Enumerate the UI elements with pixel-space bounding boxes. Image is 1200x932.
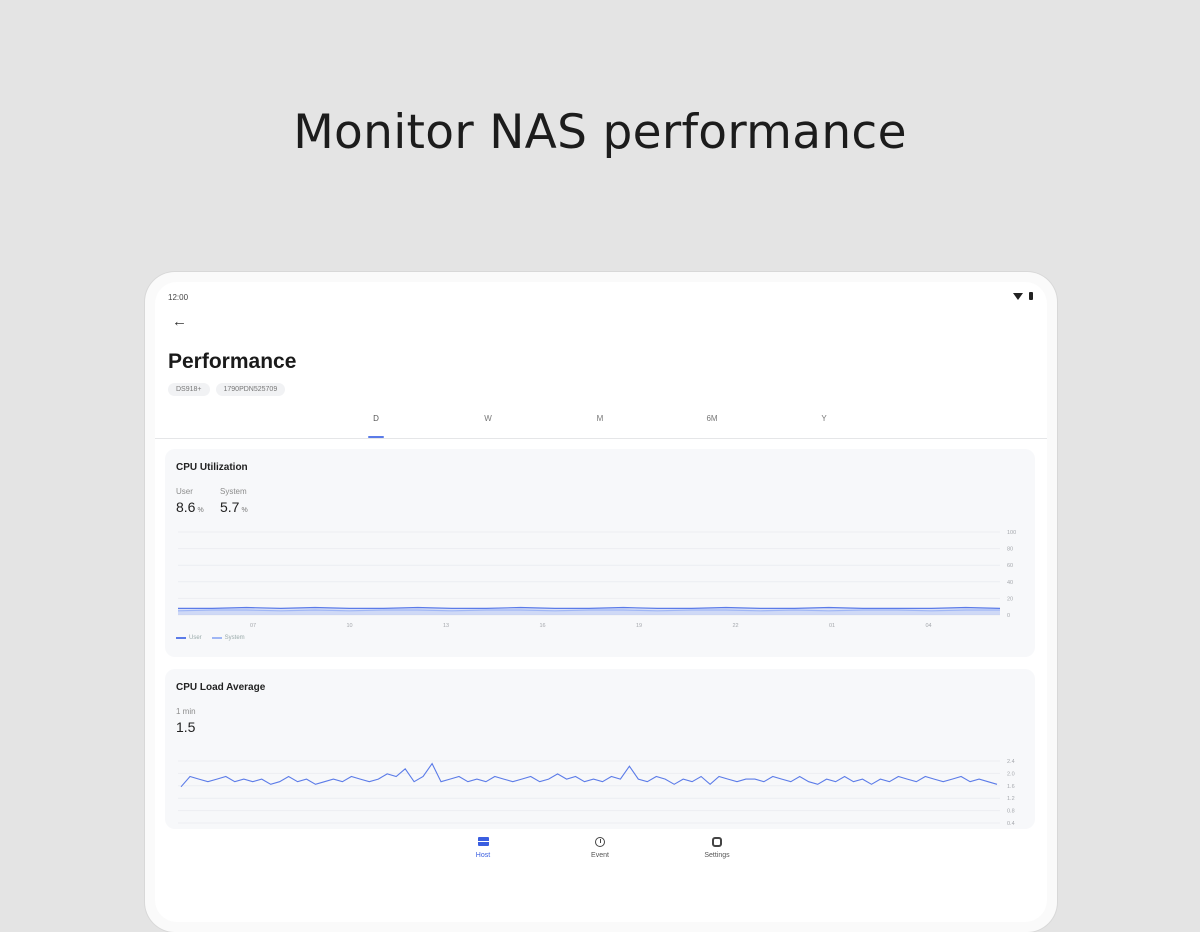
legend-swatch (176, 637, 186, 639)
time-range-tabs: D W M 6M Y (320, 408, 880, 438)
nav-settings[interactable]: Settings (677, 837, 757, 859)
page-title: Performance (168, 350, 297, 373)
y-tick-label: 0 (1007, 613, 1010, 619)
x-tick-label: 07 (250, 623, 256, 629)
y-tick-label: 0.4 (1007, 821, 1015, 827)
y-tick-label: 60 (1007, 563, 1013, 569)
nav-event[interactable]: Event (560, 837, 640, 859)
arrow-left-icon[interactable]: ← (172, 313, 187, 330)
x-tick-label: 13 (443, 623, 449, 629)
legend-label: User (189, 635, 202, 641)
host-icon (477, 837, 489, 849)
wifi-icon (1013, 292, 1023, 300)
y-tick-label: 20 (1007, 596, 1013, 602)
y-tick-label: 80 (1007, 547, 1013, 553)
tab-month[interactable]: M (544, 408, 656, 438)
series-line-user (178, 606, 1001, 610)
x-tick-label: 19 (636, 623, 642, 629)
nav-label: Settings (704, 852, 730, 859)
tab-week[interactable]: W (432, 408, 544, 438)
legend-item-user: User (176, 635, 202, 641)
legend-swatch (211, 637, 222, 639)
battery-icon (1029, 292, 1033, 300)
chart-legend: User System (176, 635, 245, 641)
clock-icon (594, 837, 606, 849)
y-tick-label: 2.4 (1007, 759, 1015, 765)
y-tick-label: 40 (1007, 580, 1013, 586)
x-tick-label: 16 (539, 623, 545, 629)
cpu-load-card[interactable]: CPU Load Average 1 min 1.5 2.4 2.0 1.6 1.2 0… (165, 669, 1035, 829)
tabs-divider (155, 438, 1047, 439)
cpu-utilization-chart: 100 80 60 40 20 0 07 10 13 16 19 22 01 04 (177, 530, 1016, 629)
serial-chip: 1790PDN525709 (215, 383, 286, 396)
x-tick-label: 22 (732, 623, 738, 629)
x-tick-label: 04 (925, 623, 931, 629)
gear-icon (711, 837, 723, 849)
model-chip: DS918+ (168, 383, 210, 396)
status-icons (1013, 292, 1033, 300)
series-line-1-min (180, 762, 998, 788)
nav-host[interactable]: Host (443, 837, 523, 859)
bottom-navigation: Host Event Settings (155, 837, 1047, 887)
x-tick-label: 01 (829, 623, 835, 629)
y-tick-label: 2.0 (1007, 771, 1015, 777)
tab-six-months[interactable]: 6M (656, 408, 768, 438)
nav-label: Host (475, 852, 491, 859)
legend-label: System (224, 635, 245, 641)
y-tick-label: 1.2 (1007, 796, 1015, 802)
app-screen: 12:00 ← Performance DS918+ 1790PDN525709… (155, 282, 1047, 922)
status-time: 12:00 (168, 293, 189, 302)
tablet-frame: 12:00 ← Performance DS918+ 1790PDN525709… (145, 272, 1057, 932)
cpu-load-chart: 2.4 2.0 1.6 1.2 0.8 0.4 (178, 759, 1015, 827)
y-tick-label: 1.6 (1007, 784, 1015, 790)
tab-year[interactable]: Y (768, 408, 880, 438)
device-chips: DS918+ 1790PDN525709 (168, 383, 286, 396)
legend-item-system: System (211, 635, 245, 641)
headline: Monitor NAS performance (293, 105, 907, 160)
y-tick-label: 100 (1007, 530, 1016, 536)
cpu-utilization-card[interactable]: CPU Utilization User 8.6% System 5.7% 10… (165, 449, 1035, 657)
y-tick-label: 0.8 (1007, 809, 1015, 815)
x-tick-label: 10 (346, 623, 352, 629)
tab-day[interactable]: D (320, 408, 432, 438)
nav-label: Event (591, 852, 609, 859)
